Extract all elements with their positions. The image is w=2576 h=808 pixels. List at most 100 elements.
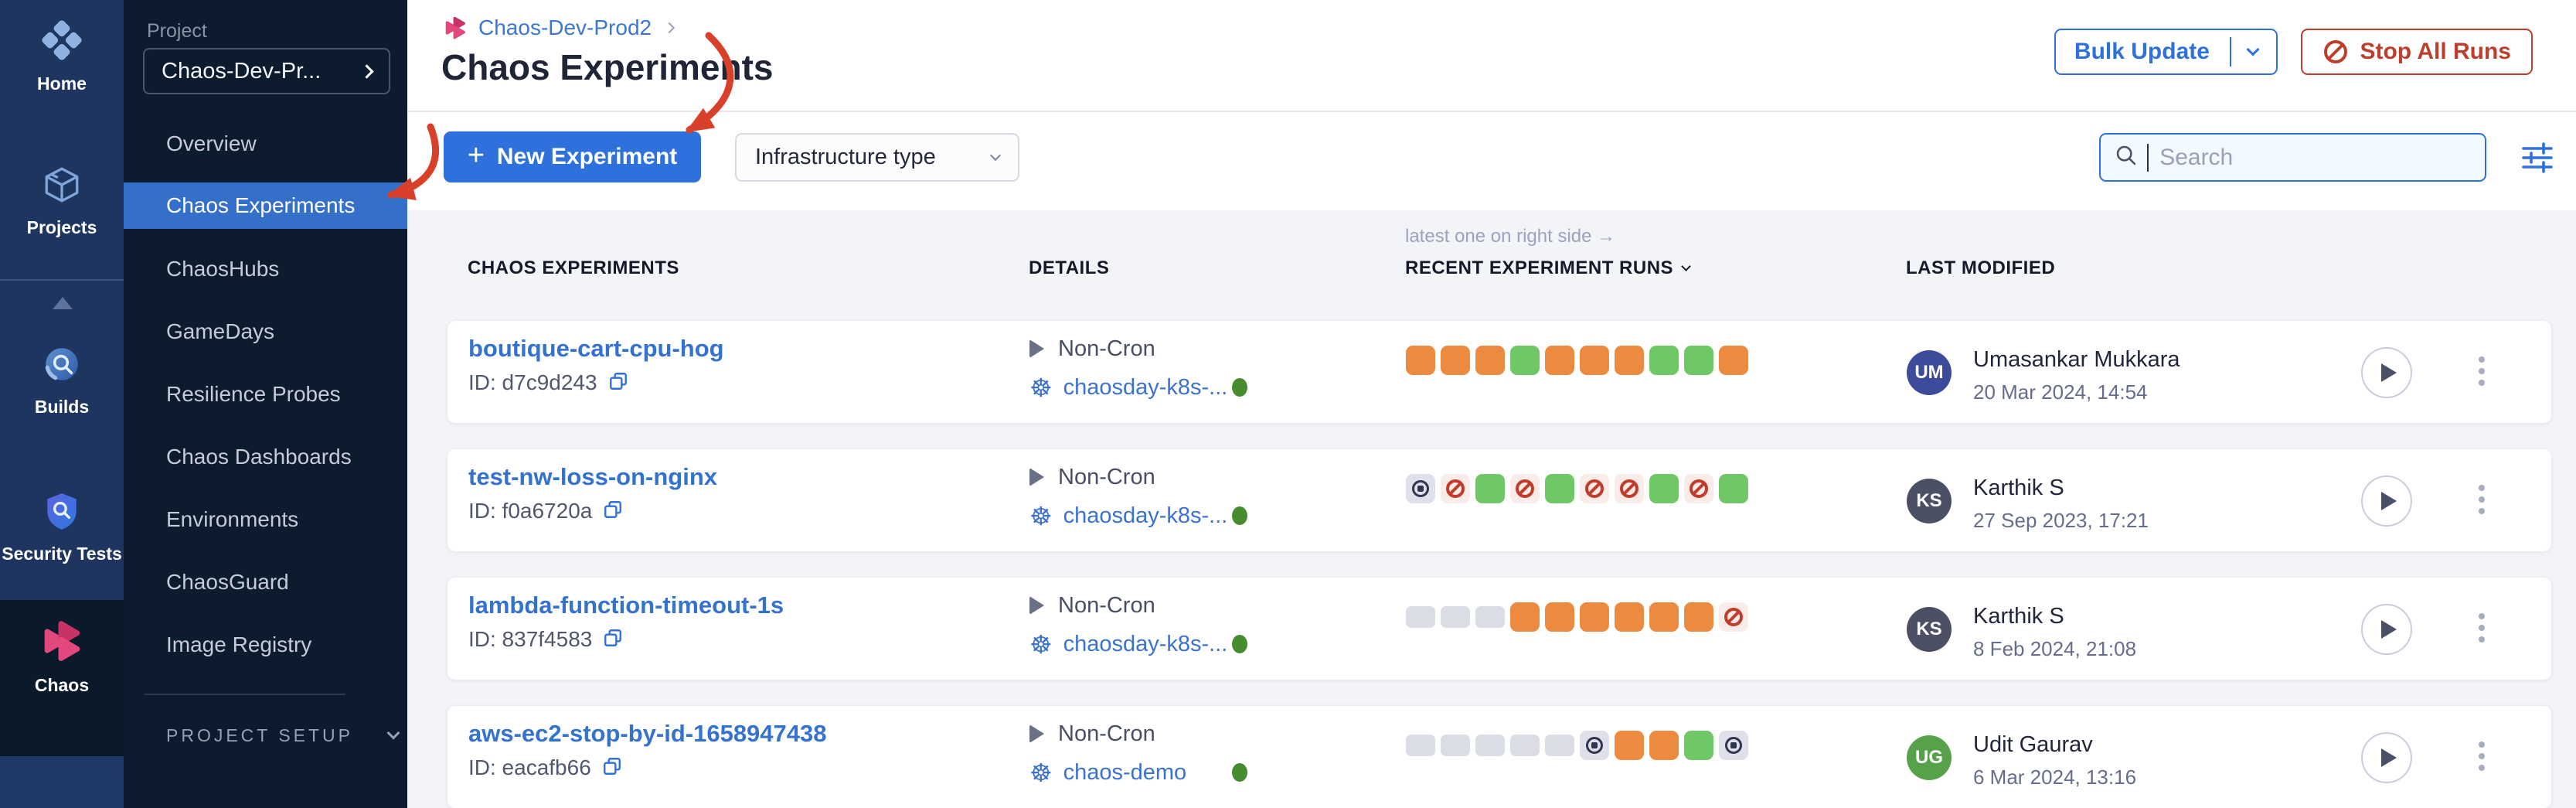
run-status-warning[interactable]	[1580, 346, 1609, 375]
infrastructure-link[interactable]: chaosday-k8s-...	[1063, 503, 1228, 529]
copy-icon[interactable]	[608, 371, 628, 395]
run-status-warning[interactable]	[1719, 346, 1748, 375]
run-status-success[interactable]	[1719, 474, 1748, 503]
sidebar-item-chaos-experiments[interactable]: Chaos Experiments	[124, 182, 407, 229]
search-field[interactable]	[2099, 133, 2486, 182]
run-experiment-button[interactable]	[2361, 347, 2412, 398]
copy-icon[interactable]	[602, 756, 622, 780]
bulk-update-button[interactable]: Bulk Update	[2054, 29, 2278, 75]
infrastructure-link[interactable]: chaosday-k8s-...	[1063, 375, 1228, 401]
stop-all-runs-button[interactable]: Stop All Runs	[2301, 29, 2533, 75]
experiment-name-link[interactable]: test-nw-loss-on-nginx	[468, 460, 1029, 494]
table-row[interactable]: boutique-cart-cpu-hog ID: d7c9d243 Non-C…	[447, 320, 2552, 424]
run-experiment-button[interactable]	[2361, 604, 2412, 655]
run-status-warning[interactable]	[1615, 602, 1644, 632]
run-status-warning[interactable]	[1510, 602, 1540, 632]
run-status-warning[interactable]	[1545, 346, 1574, 375]
collapse-up-icon[interactable]	[53, 297, 73, 309]
infrastructure-type-select[interactable]: Infrastructure type	[735, 133, 1019, 182]
breadcrumb-project-link[interactable]: Chaos-Dev-Prod2	[478, 15, 652, 40]
search-input[interactable]	[2159, 145, 2471, 171]
run-status-success[interactable]	[1684, 346, 1713, 375]
experiment-name-link[interactable]: lambda-function-timeout-1s	[468, 588, 1029, 622]
run-status-none	[1441, 606, 1470, 628]
run-status-stopped[interactable]	[1719, 731, 1748, 760]
experiment-cell: boutique-cart-cpu-hog ID: d7c9d243	[468, 332, 1029, 423]
table-row[interactable]: lambda-function-timeout-1s ID: 837f4583 …	[447, 577, 2552, 680]
run-status-warning[interactable]	[1580, 602, 1609, 632]
rail-item-builds[interactable]: Builds	[0, 343, 124, 418]
row-menu-button[interactable]	[2479, 742, 2485, 808]
sidebar-item-environments[interactable]: Environments	[124, 488, 407, 551]
row-menu-button[interactable]	[2479, 356, 2485, 423]
sidebar-item-resilience-probes[interactable]: Resilience Probes	[124, 363, 407, 425]
run-status-warning[interactable]	[1441, 346, 1470, 375]
infrastructure-status-dot	[1232, 506, 1247, 525]
sidebar-item-gamedays[interactable]: GameDays	[124, 300, 407, 363]
run-status-aborted[interactable]	[1441, 474, 1470, 503]
project-setup-toggle[interactable]: PROJECT SETUP	[166, 725, 398, 746]
details-cell: Non-Cron ☸chaos-demo	[1029, 717, 1406, 808]
run-status-aborted[interactable]	[1684, 474, 1713, 503]
run-status-aborted[interactable]	[1510, 474, 1540, 503]
run-status-aborted[interactable]	[1580, 474, 1609, 503]
last-modified-cell: UM Umasankar Mukkara 20 Mar 2024, 14:54	[1907, 332, 2360, 423]
run-status-aborted[interactable]	[1615, 474, 1644, 503]
run-status-warning[interactable]	[1615, 731, 1644, 760]
sidebar-item-chaos-dashboards[interactable]: Chaos Dashboards	[124, 425, 407, 488]
sidebar-item-overview[interactable]: Overview	[124, 112, 407, 175]
sidebar-item-image-registry[interactable]: Image Registry	[124, 613, 407, 676]
run-status-warning[interactable]	[1649, 731, 1679, 760]
run-status-none	[1475, 606, 1505, 628]
row-menu-button[interactable]	[2479, 485, 2485, 551]
row-menu-button[interactable]	[2479, 613, 2485, 680]
column-header-recent-runs[interactable]: RECENT EXPERIMENT RUNS	[1405, 257, 1906, 279]
run-status-warning[interactable]	[1615, 346, 1644, 375]
experiment-name-link[interactable]: boutique-cart-cpu-hog	[468, 332, 1029, 366]
kubernetes-icon: ☸	[1029, 375, 1053, 401]
copy-icon[interactable]	[603, 499, 623, 523]
filter-icon[interactable]	[2520, 142, 2554, 177]
project-selector[interactable]: Chaos-Dev-Pr...	[143, 48, 390, 94]
copy-icon[interactable]	[603, 628, 623, 652]
run-experiment-button[interactable]	[2361, 732, 2412, 783]
run-status-warning[interactable]	[1649, 602, 1679, 632]
projects-icon	[41, 164, 83, 210]
run-status-success[interactable]	[1649, 474, 1679, 503]
modified-date: 8 Feb 2024, 21:08	[1973, 637, 2136, 661]
run-status-warning[interactable]	[1406, 346, 1435, 375]
play-icon	[2381, 620, 2397, 639]
infrastructure-link[interactable]: chaos-demo	[1063, 760, 1187, 786]
run-status-stopped[interactable]	[1406, 474, 1435, 503]
run-status-success[interactable]	[1649, 346, 1679, 375]
run-status-warning[interactable]	[1684, 602, 1713, 632]
sidebar-item-chaosguard[interactable]: ChaosGuard	[124, 551, 407, 613]
run-status-warning[interactable]	[1475, 346, 1505, 375]
run-status-aborted[interactable]	[1719, 602, 1748, 632]
rail-item-label: Projects	[27, 217, 97, 238]
new-experiment-button[interactable]: + New Experiment	[444, 131, 701, 182]
run-status-success[interactable]	[1475, 474, 1505, 503]
experiment-name-link[interactable]: aws-ec2-stop-by-id-1658947438	[468, 717, 1029, 751]
chevron-down-icon[interactable]	[2247, 43, 2260, 56]
rail-item-home[interactable]: Home	[0, 19, 124, 94]
run-status-success[interactable]	[1545, 474, 1574, 503]
table-row[interactable]: test-nw-loss-on-nginx ID: f0a6720a Non-C…	[447, 448, 2552, 552]
table-row[interactable]: aws-ec2-stop-by-id-1658947438 ID: eacafb…	[447, 705, 2552, 808]
infrastructure-status-dot	[1232, 378, 1247, 397]
run-experiment-button[interactable]	[2361, 476, 2412, 527]
rail-item-projects[interactable]: Projects	[0, 164, 124, 238]
experiment-id: ID: 837f4583	[468, 627, 592, 652]
run-status-success[interactable]	[1684, 731, 1713, 760]
row-actions	[2360, 717, 2551, 808]
run-status-warning[interactable]	[1545, 602, 1574, 632]
rail-item-chaos[interactable]: Chaos	[0, 619, 124, 696]
run-status-success[interactable]	[1510, 346, 1540, 375]
infrastructure-status-dot	[1232, 635, 1247, 653]
infrastructure-link[interactable]: chaosday-k8s-...	[1063, 632, 1228, 657]
run-status-none	[1406, 735, 1435, 756]
rail-item-security-tests[interactable]: Security Tests	[0, 490, 124, 564]
sidebar-item-chaoshubs[interactable]: ChaosHubs	[124, 237, 407, 300]
run-status-stopped[interactable]	[1580, 731, 1609, 760]
recent-runs	[1406, 731, 1907, 760]
